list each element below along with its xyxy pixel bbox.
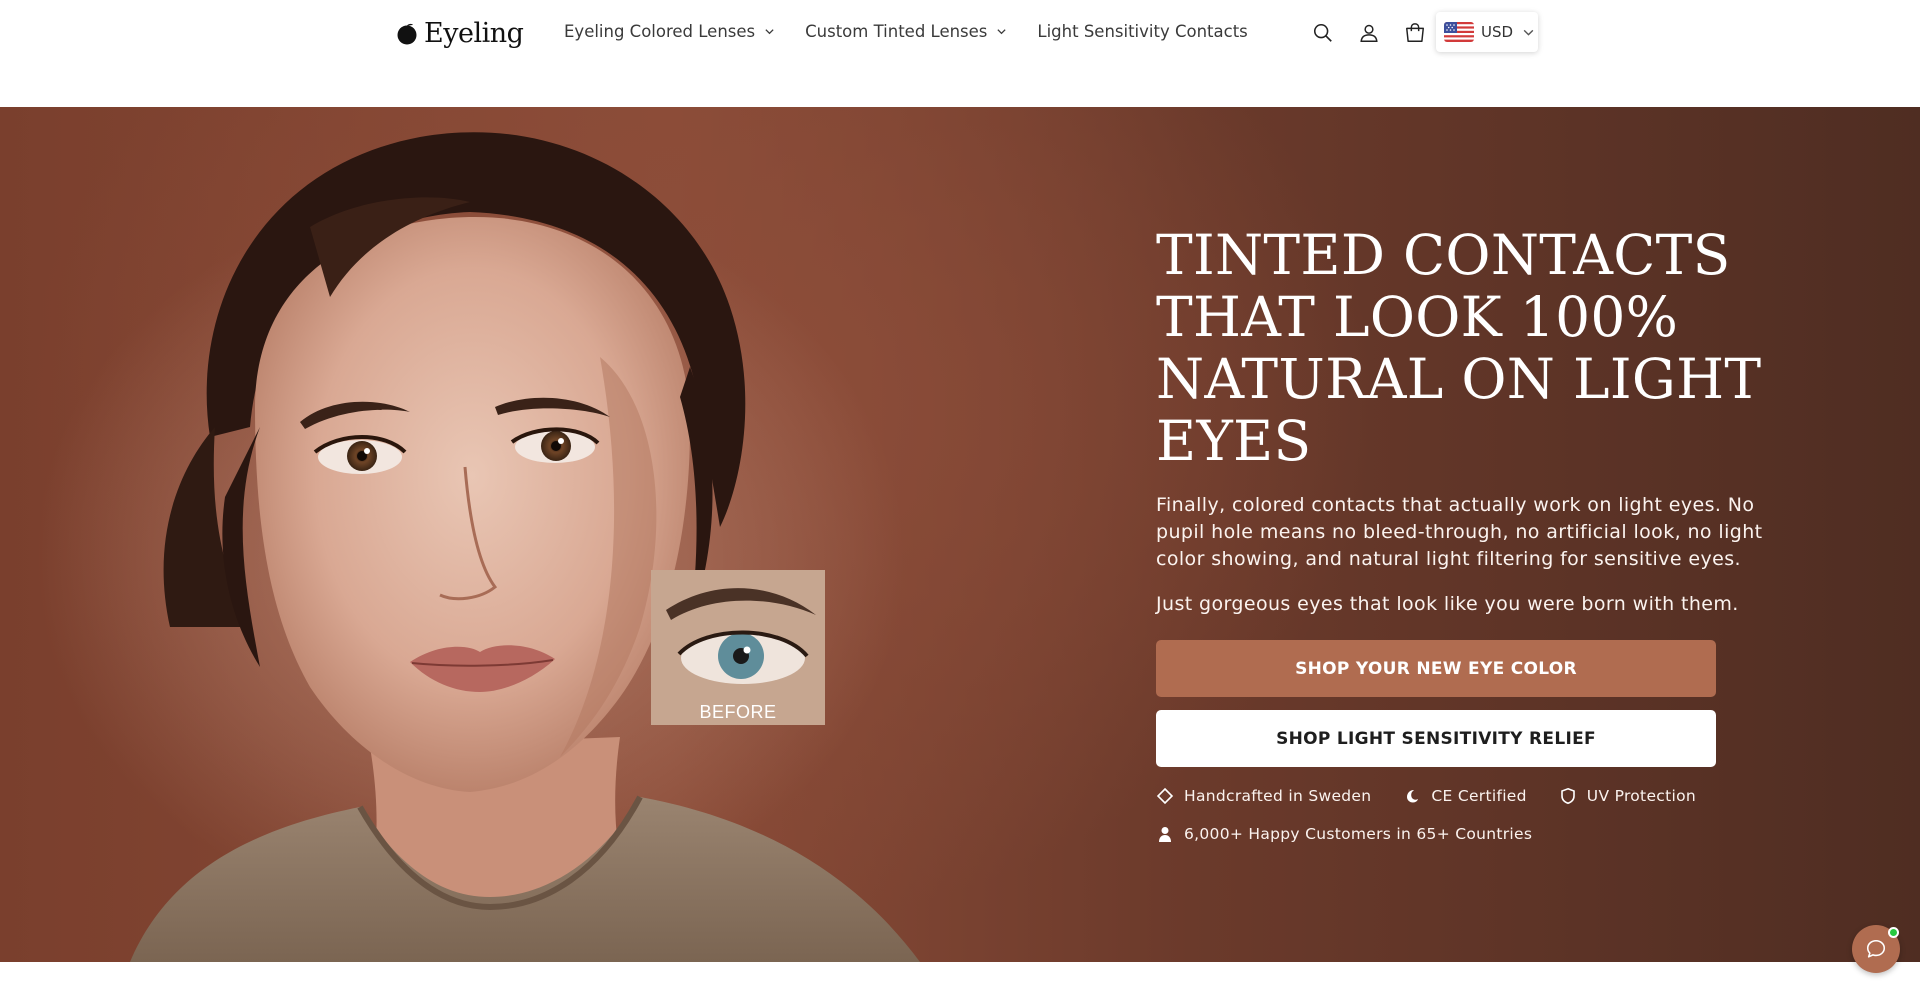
chat-button[interactable]	[1852, 925, 1900, 973]
cart-icon	[1406, 23, 1424, 42]
before-inset-image: BEFORE	[651, 570, 825, 725]
badge-ce-certified: CE Certified	[1403, 787, 1526, 805]
badge-uv-protection: UV Protection	[1559, 787, 1696, 805]
hero-subtext: Just gorgeous eyes that look like you we…	[1156, 593, 1739, 615]
chevron-down-icon	[997, 29, 1007, 35]
badge-happy-customers: 6,000+ Happy Customers in 65+ Countries	[1156, 825, 1532, 843]
hero-content: TINTED CONTACTS THAT LOOK 100% NATURAL O…	[1156, 224, 1796, 843]
nav-item-label: Eyeling Colored Lenses	[564, 22, 756, 41]
nav-item-custom-tinted[interactable]: Custom Tinted Lenses	[805, 22, 1007, 41]
badge-label: 6,000+ Happy Customers in 65+ Countries	[1184, 825, 1533, 843]
nav-item-label: Light Sensitivity Contacts	[1037, 22, 1248, 41]
hero-model-image	[130, 132, 920, 962]
chat-bubble-icon	[1866, 939, 1886, 958]
chevron-down-icon	[1523, 29, 1534, 36]
hero-description: Finally, colored contacts that actually …	[1156, 494, 1763, 570]
us-flag-icon	[1444, 22, 1474, 42]
before-label: BEFORE	[699, 702, 777, 722]
cart-button[interactable]	[1402, 20, 1428, 46]
badge-handcrafted: Handcrafted in Sweden	[1156, 787, 1371, 805]
site-header: Eyeling Eyeling Colored Lenses Custom Ti…	[0, 0, 1920, 107]
search-icon	[1313, 23, 1332, 42]
shop-eye-color-button[interactable]: SHOP YOUR NEW EYE COLOR	[1156, 640, 1716, 697]
diamond-icon	[1156, 787, 1174, 805]
badge-label: CE Certified	[1431, 787, 1527, 805]
trust-badges: Handcrafted in Sweden CE Certified UV Pr…	[1156, 787, 1796, 805]
moon-icon	[1407, 790, 1419, 803]
nav-item-label: Custom Tinted Lenses	[805, 22, 988, 41]
account-icon	[1360, 24, 1378, 42]
hero-section: BEFORE TINTED CONTACTS THAT LOOK 100% NA…	[0, 107, 1920, 962]
logo[interactable]: Eyeling	[396, 18, 524, 49]
logo-mark-icon	[397, 23, 417, 44]
person-icon	[1159, 827, 1171, 842]
nav-item-light-sensitivity[interactable]: Light Sensitivity Contacts	[1037, 22, 1247, 41]
logo-text: Eyeling	[424, 18, 524, 49]
currency-label: USD	[1481, 23, 1514, 41]
badge-label: UV Protection	[1586, 787, 1696, 805]
badge-label: Handcrafted in Sweden	[1184, 787, 1372, 805]
chevron-down-icon	[765, 29, 774, 35]
shield-icon	[1560, 787, 1575, 805]
trust-badges-row-2: 6,000+ Happy Customers in 65+ Countries	[1156, 825, 1796, 843]
main-nav: Eyeling Colored Lenses Custom Tinted Len…	[564, 22, 1248, 41]
shop-light-sensitivity-button[interactable]: SHOP LIGHT SENSITIVITY RELIEF	[1156, 710, 1716, 767]
currency-selector[interactable]: USD	[1436, 12, 1538, 52]
search-button[interactable]	[1310, 20, 1336, 46]
nav-item-colored-lenses[interactable]: Eyeling Colored Lenses	[564, 22, 775, 41]
account-button[interactable]	[1356, 20, 1382, 46]
online-status-dot	[1888, 927, 1899, 938]
hero-title: TINTED CONTACTS THAT LOOK 100% NATURAL O…	[1156, 223, 1762, 473]
